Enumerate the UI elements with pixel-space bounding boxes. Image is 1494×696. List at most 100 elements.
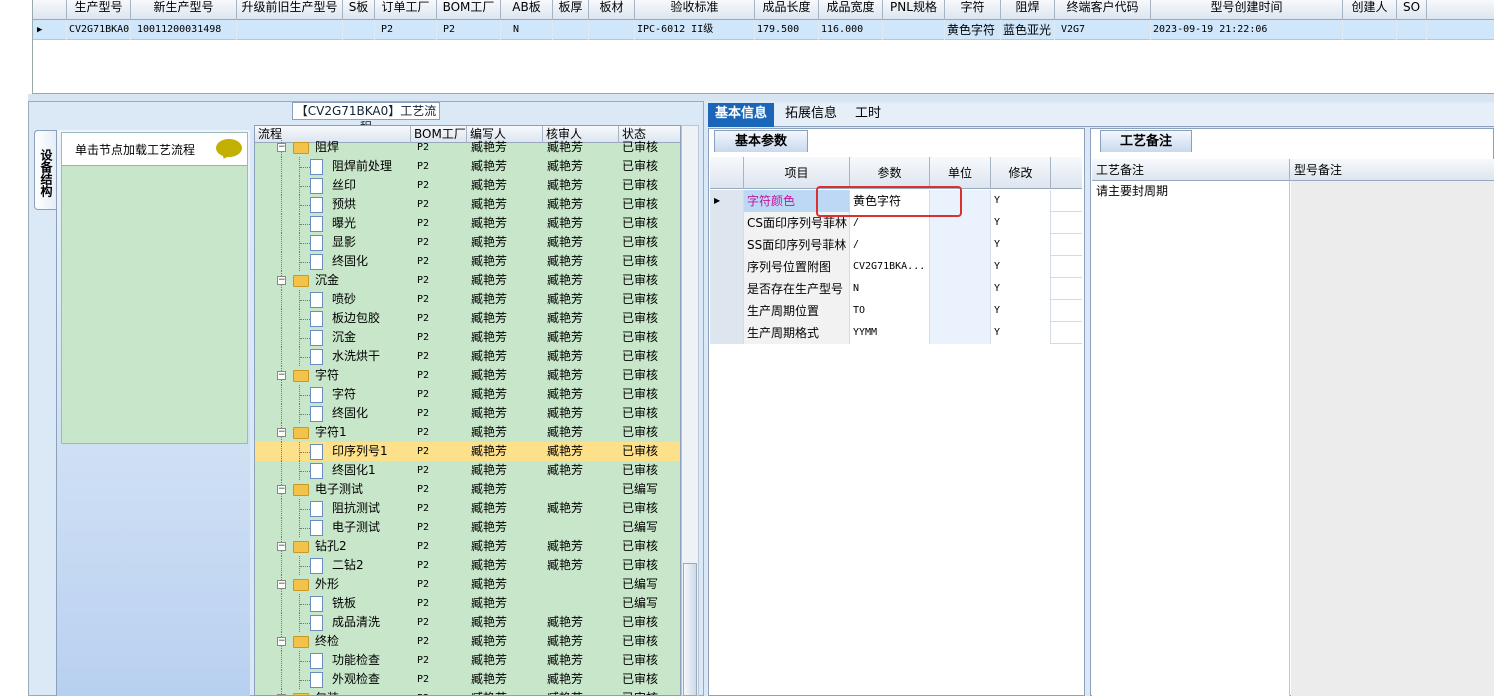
param-value[interactable]: YYMM bbox=[850, 322, 930, 344]
param-value[interactable]: TO bbox=[850, 300, 930, 322]
col-header[interactable]: 验收标准 bbox=[635, 0, 755, 20]
cell-order-factory[interactable]: P2 bbox=[375, 20, 437, 40]
process-remark-field[interactable] bbox=[1092, 181, 1290, 696]
tab-equipment-structure[interactable]: 设备结构 bbox=[34, 130, 56, 210]
cell-created[interactable]: 2023-09-19 21:22:06 bbox=[1151, 20, 1343, 40]
cell-bom-factory[interactable]: P2 bbox=[437, 20, 501, 40]
node-list[interactable] bbox=[61, 132, 248, 444]
cell-s-board[interactable] bbox=[343, 20, 375, 40]
cell-so[interactable] bbox=[1397, 20, 1427, 40]
param-value[interactable]: / bbox=[850, 234, 930, 256]
remark-col-header[interactable]: 型号备注 bbox=[1290, 159, 1494, 181]
param-row[interactable]: SS面印序列号菲林 / Y bbox=[710, 234, 1082, 256]
cell-solder[interactable]: 蓝色亚光 bbox=[1001, 20, 1055, 40]
param-row[interactable]: 生产周期格式 YYMM Y bbox=[710, 322, 1082, 344]
cell-prod-model[interactable]: CV2G71BKA0 bbox=[67, 20, 131, 40]
tab-process-remarks[interactable]: 工艺备注 bbox=[1100, 130, 1192, 152]
param-row[interactable]: 是否存在生产型号 N Y bbox=[710, 278, 1082, 300]
param-modify[interactable]: Y bbox=[991, 278, 1051, 300]
tree-group-row[interactable]: −包装P2臧艳芳臧艳芳已审核 bbox=[255, 689, 680, 695]
col-header[interactable]: 终端客户代码 bbox=[1055, 0, 1151, 20]
tree-group-row[interactable]: − 钻孔2 P2 臧艳芳 臧艳芳 已审核 bbox=[255, 537, 680, 556]
cell-thickness[interactable] bbox=[553, 20, 589, 40]
param-modify[interactable]: Y bbox=[991, 190, 1051, 212]
tree-group-row[interactable]: − 电子测试 P2 臧艳芳 已编写 bbox=[255, 480, 680, 499]
col-header[interactable]: 阻焊 bbox=[1001, 0, 1055, 20]
tree-step-row[interactable]: 显影 P2 臧艳芳 臧艳芳 已审核 bbox=[255, 233, 680, 252]
tree-step-row[interactable]: 功能检查 P2 臧艳芳 臧艳芳 已审核 bbox=[255, 651, 680, 670]
tree-step-row[interactable]: 外观检查 P2 臧艳芳 臧艳芳 已审核 bbox=[255, 670, 680, 689]
tree-step-row[interactable]: 成品清洗 P2 臧艳芳 臧艳芳 已审核 bbox=[255, 613, 680, 632]
table-row[interactable]: ▶ CV2G71BKA0 10011200031498 P2 P2 N IPC-… bbox=[33, 20, 1494, 40]
tree-step-row[interactable]: 预烘 P2 臧艳芳 臧艳芳 已审核 bbox=[255, 195, 680, 214]
col-header[interactable]: 升级前旧生产型号 bbox=[237, 0, 343, 20]
param-col-header[interactable]: 项目 bbox=[744, 157, 850, 189]
process-tree[interactable]: 流程 BOM工厂 编写人 核审人 状态 − 阻焊 P2 臧艳芳 臧艳芳 已审核 阻焊前处理 P… bbox=[254, 125, 681, 696]
tree-step-row[interactable]: 水洗烘干 P2 臧艳芳 臧艳芳 已审核 bbox=[255, 347, 680, 366]
cell-length[interactable]: 179.500 bbox=[755, 20, 819, 40]
cell-old-model[interactable] bbox=[237, 20, 343, 40]
cell-creator[interactable] bbox=[1343, 20, 1397, 40]
tree-scrollbar-thumb[interactable] bbox=[683, 563, 697, 696]
param-unit[interactable] bbox=[930, 234, 991, 256]
cell-char[interactable]: 黄色字符 bbox=[945, 20, 1001, 40]
tab-basic-params[interactable]: 基本参数 bbox=[714, 130, 808, 152]
col-header[interactable]: 成品长度 bbox=[755, 0, 819, 20]
col-header[interactable]: PNL规格 bbox=[883, 0, 945, 20]
param-row[interactable]: 生产周期位置 TO Y bbox=[710, 300, 1082, 322]
horizontal-splitter[interactable] bbox=[28, 94, 1494, 101]
tree-group-row[interactable]: − 阻焊 P2 臧艳芳 臧艳芳 已审核 bbox=[255, 138, 680, 157]
tree-step-row[interactable]: 阻焊前处理 P2 臧艳芳 臧艳芳 已审核 bbox=[255, 157, 680, 176]
remark-col-header[interactable]: 工艺备注 bbox=[1092, 159, 1290, 181]
tree-step-row[interactable]: 喷砂 P2 臧艳芳 臧艳芳 已审核 bbox=[255, 290, 680, 309]
col-header[interactable]: AB板 bbox=[501, 0, 553, 20]
col-header[interactable]: 成品宽度 bbox=[819, 0, 883, 20]
tree-step-row[interactable]: 阻抗测试 P2 臧艳芳 臧艳芳 已审核 bbox=[255, 499, 680, 518]
collapse-toggle-icon[interactable]: − bbox=[277, 485, 286, 494]
tree-group-row[interactable]: − 字符1 P2 臧艳芳 臧艳芳 已审核 bbox=[255, 423, 680, 442]
tree-group-row[interactable]: − 外形 P2 臧艳芳 已编写 bbox=[255, 575, 680, 594]
tree-group-row[interactable]: − 字符 P2 臧艳芳 臧艳芳 已审核 bbox=[255, 366, 680, 385]
tree-step-row[interactable]: 电子测试 P2 臧艳芳 已编写 bbox=[255, 518, 680, 537]
col-header[interactable]: 型号创建时间 bbox=[1151, 0, 1343, 20]
tree-step-row[interactable]: 板边包胶 P2 臧艳芳 臧艳芳 已审核 bbox=[255, 309, 680, 328]
collapse-toggle-icon[interactable]: − bbox=[277, 637, 286, 646]
tree-group-row[interactable]: − 沉金 P2 臧艳芳 臧艳芳 已审核 bbox=[255, 271, 680, 290]
cell-pnl[interactable] bbox=[883, 20, 945, 40]
param-col-header[interactable]: 参数 bbox=[850, 157, 930, 189]
param-col-header[interactable]: 单位 bbox=[930, 157, 991, 189]
cell-customer[interactable]: V2G7 bbox=[1055, 20, 1151, 40]
tree-group-row[interactable]: − 终检 P2 臧艳芳 臧艳芳 已审核 bbox=[255, 632, 680, 651]
col-header[interactable]: 板厚 bbox=[553, 0, 589, 20]
col-header[interactable]: 创建人 bbox=[1343, 0, 1397, 20]
tab-basic-info[interactable]: 基本信息 bbox=[708, 103, 775, 127]
col-header[interactable]: 新生产型号 bbox=[131, 0, 237, 20]
tree-step-row[interactable]: 铣板 P2 臧艳芳 已编写 bbox=[255, 594, 680, 613]
param-modify[interactable]: Y bbox=[991, 234, 1051, 256]
param-modify[interactable]: Y bbox=[991, 300, 1051, 322]
tree-step-row[interactable]: 二钻2 P2 臧艳芳 臧艳芳 已审核 bbox=[255, 556, 680, 575]
tree-step-row[interactable]: 丝印 P2 臧艳芳 臧艳芳 已审核 bbox=[255, 176, 680, 195]
collapse-toggle-icon[interactable]: − bbox=[277, 580, 286, 589]
tab-extended-info[interactable]: 拓展信息 bbox=[778, 103, 844, 127]
tree-step-row[interactable]: 终固化 P2 臧艳芳 臧艳芳 已审核 bbox=[255, 252, 680, 271]
collapse-toggle-icon[interactable]: − bbox=[277, 371, 286, 380]
param-col-header[interactable]: 修改 bbox=[991, 157, 1051, 189]
tab-work-hours[interactable]: 工时 bbox=[848, 103, 888, 127]
param-row[interactable]: 序列号位置附图 CV2G71BKA... Y bbox=[710, 256, 1082, 278]
comment-bubble-icon[interactable] bbox=[216, 139, 242, 157]
col-header[interactable]: 订单工厂 bbox=[375, 0, 437, 20]
col-header[interactable]: 板材 bbox=[589, 0, 635, 20]
param-value[interactable]: CV2G71BKA... bbox=[850, 256, 930, 278]
param-unit[interactable] bbox=[930, 256, 991, 278]
tree-step-row[interactable]: 印序列号1 P2 臧艳芳 臧艳芳 已审核 bbox=[255, 442, 680, 461]
param-value[interactable]: N bbox=[850, 278, 930, 300]
col-header[interactable]: SO bbox=[1397, 0, 1427, 20]
tree-step-row[interactable]: 终固化 P2 臧艳芳 臧艳芳 已审核 bbox=[255, 404, 680, 423]
collapse-toggle-icon[interactable]: − bbox=[277, 428, 286, 437]
param-unit[interactable] bbox=[930, 278, 991, 300]
cell-standard[interactable]: IPC-6012 II级 bbox=[635, 20, 755, 40]
tree-step-row[interactable]: 字符 P2 臧艳芳 臧艳芳 已审核 bbox=[255, 385, 680, 404]
cell-material[interactable] bbox=[589, 20, 635, 40]
collapse-toggle-icon[interactable]: − bbox=[277, 143, 286, 152]
